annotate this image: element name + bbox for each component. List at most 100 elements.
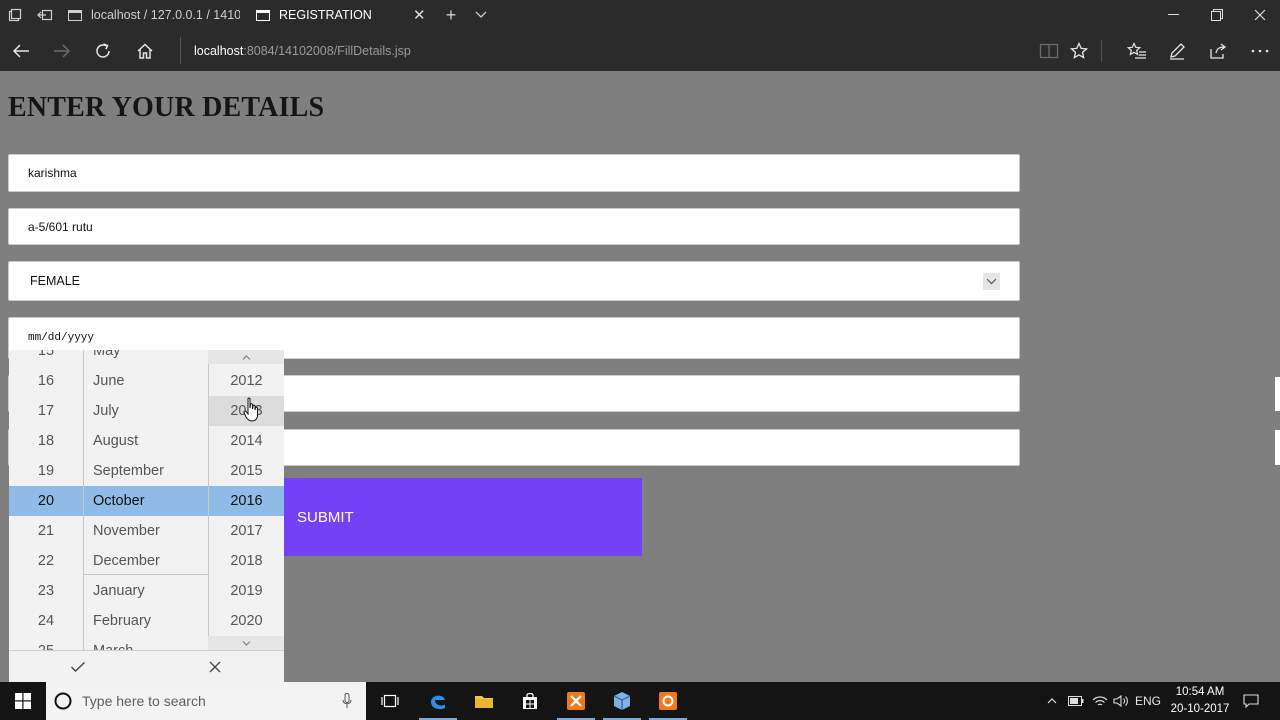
month-column[interactable]: May June July August September October N… (83, 350, 208, 650)
date-picker-footer (9, 650, 284, 682)
chevron-down-icon (983, 273, 1000, 290)
day-option[interactable]: 24 (9, 606, 83, 636)
web-note-pen-icon[interactable] (1157, 30, 1197, 71)
taskbar-clock[interactable]: 10:54 AM 20-10-2017 (1166, 684, 1234, 718)
year-option[interactable]: 2017 (209, 516, 284, 546)
page-icon (68, 9, 82, 21)
year-option[interactable]: 2012 (209, 366, 284, 396)
favorite-star-icon[interactable] (1059, 30, 1099, 71)
month-option[interactable]: December (84, 546, 208, 576)
page-title: ENTER YOUR DETAILS (8, 92, 325, 123)
close-tab-icon[interactable]: ✕ (413, 0, 426, 30)
hub-favorites-icon[interactable] (1117, 30, 1157, 71)
year-scroll-up-icon[interactable] (208, 350, 284, 364)
start-windows-icon[interactable] (0, 682, 46, 720)
year-option[interactable]: 2020 (209, 606, 284, 636)
orange-app-icon[interactable] (645, 682, 691, 720)
refresh-icon[interactable] (83, 30, 123, 71)
more-options-icon[interactable] (1240, 30, 1280, 71)
dismiss-close-icon[interactable] (146, 651, 283, 682)
submit-button[interactable]: SUBMIT (284, 478, 642, 556)
gender-select[interactable]: FEMALE (8, 261, 1020, 301)
file-explorer-icon[interactable] (461, 682, 507, 720)
accept-checkmark-icon[interactable] (9, 651, 146, 682)
gender-selected-value: FEMALE (30, 274, 81, 288)
action-center-notifications-icon[interactable] (1238, 682, 1264, 720)
year-option[interactable]: 2019 (209, 576, 284, 606)
year-boundary-divider (83, 574, 208, 575)
tab-title: REGISTRATION (279, 8, 372, 22)
wifi-icon[interactable] (1090, 682, 1110, 720)
close-window-icon[interactable] (1238, 0, 1280, 30)
month-option[interactable]: May (84, 350, 208, 366)
day-option[interactable]: 17 (9, 396, 83, 426)
show-hidden-icons-chevron-icon[interactable] (1043, 682, 1061, 720)
day-option[interactable]: 23 (9, 576, 83, 606)
back-icon[interactable] (1, 30, 41, 71)
tab-title: localhost / 127.0.0.1 / 14102 (91, 8, 240, 22)
clock-date: 20-10-2017 (1170, 703, 1230, 715)
day-option[interactable]: 22 (9, 546, 83, 576)
battery-icon[interactable] (1066, 682, 1086, 720)
hand-cursor-icon (243, 397, 261, 423)
month-option[interactable]: March (84, 636, 208, 650)
month-option[interactable]: July (84, 396, 208, 426)
month-option[interactable]: January (84, 576, 208, 606)
toolbar-divider (1101, 40, 1102, 62)
address-host: localhost (194, 43, 244, 58)
restore-icon[interactable] (1195, 0, 1239, 30)
xampp-icon[interactable] (553, 682, 599, 720)
home-icon[interactable] (125, 30, 165, 71)
new-tab-icon[interactable]: + (438, 0, 464, 30)
month-option[interactable]: September (84, 456, 208, 486)
day-option[interactable]: 15 (9, 350, 83, 366)
year-option[interactable]: 2014 (209, 426, 284, 456)
clock-time: 10:54 AM (1175, 686, 1225, 698)
day-option[interactable]: 18 (9, 426, 83, 456)
year-option[interactable]: 2015 (209, 456, 284, 486)
tab-registration[interactable]: REGISTRATION (256, 0, 416, 30)
tab-list-chevron-icon[interactable] (468, 0, 494, 30)
year-column[interactable]: 2012 2013 2014 2015 2016 2017 2018 2019 … (208, 350, 284, 650)
tab-phpmyadmin[interactable]: localhost / 127.0.0.1 / 14102 (68, 0, 240, 30)
browser-titlebar: localhost / 127.0.0.1 / 14102 REGISTRATI… (0, 0, 1280, 30)
set-tabs-aside-icon[interactable] (30, 0, 60, 30)
browser-navbar: localhost:8084/14102008/FillDetails.jsp (0, 30, 1280, 71)
day-option-selected[interactable]: 20 (9, 486, 83, 516)
task-view-icon[interactable] (367, 682, 413, 720)
minimize-icon[interactable] (1151, 0, 1195, 30)
address-path: :8084/14102008/FillDetails.jsp (243, 43, 411, 58)
volume-icon[interactable] (1111, 682, 1131, 720)
microphone-icon[interactable] (342, 693, 352, 714)
month-option[interactable]: February (84, 606, 208, 636)
day-option[interactable]: 19 (9, 456, 83, 486)
store-bag-icon[interactable] (507, 682, 553, 720)
day-option[interactable]: 25 (9, 636, 83, 650)
address-bar[interactable]: localhost:8084/14102008/FillDetails.jsp (180, 37, 1030, 64)
taskbar-search-box[interactable]: Type here to search (46, 682, 366, 720)
windows-taskbar: Type here to search ENG 10:54 AM 20-10-2… (0, 682, 1280, 720)
day-option[interactable]: 21 (9, 516, 83, 546)
share-icon[interactable] (1198, 30, 1238, 71)
taskbar-search-placeholder: Type here to search (82, 693, 206, 709)
page-icon (256, 9, 270, 21)
edge-browser-icon[interactable] (415, 682, 461, 720)
month-option[interactable]: August (84, 426, 208, 456)
month-option[interactable]: June (84, 366, 208, 396)
forward-icon[interactable] (42, 30, 82, 71)
name-input[interactable]: karishma (8, 154, 1020, 192)
year-scroll-down-icon[interactable] (208, 636, 284, 650)
year-option[interactable]: 2018 (209, 546, 284, 576)
cortana-circle-icon (54, 692, 72, 715)
day-option[interactable]: 16 (9, 366, 83, 396)
day-column[interactable]: 15 16 17 18 19 20 21 22 23 24 25 (9, 350, 83, 650)
page-edge-marker (1275, 377, 1280, 411)
month-option[interactable]: November (84, 516, 208, 546)
year-option-selected[interactable]: 2016 (209, 486, 284, 516)
input-language-indicator[interactable]: ENG (1133, 682, 1163, 720)
tab-preview-icon[interactable] (0, 0, 30, 30)
page-edge-marker (1275, 430, 1280, 465)
month-option-selected[interactable]: October (84, 486, 208, 516)
address-input[interactable]: a-5/601 rutu (8, 208, 1020, 245)
virtualbox-cube-icon[interactable] (599, 682, 645, 720)
